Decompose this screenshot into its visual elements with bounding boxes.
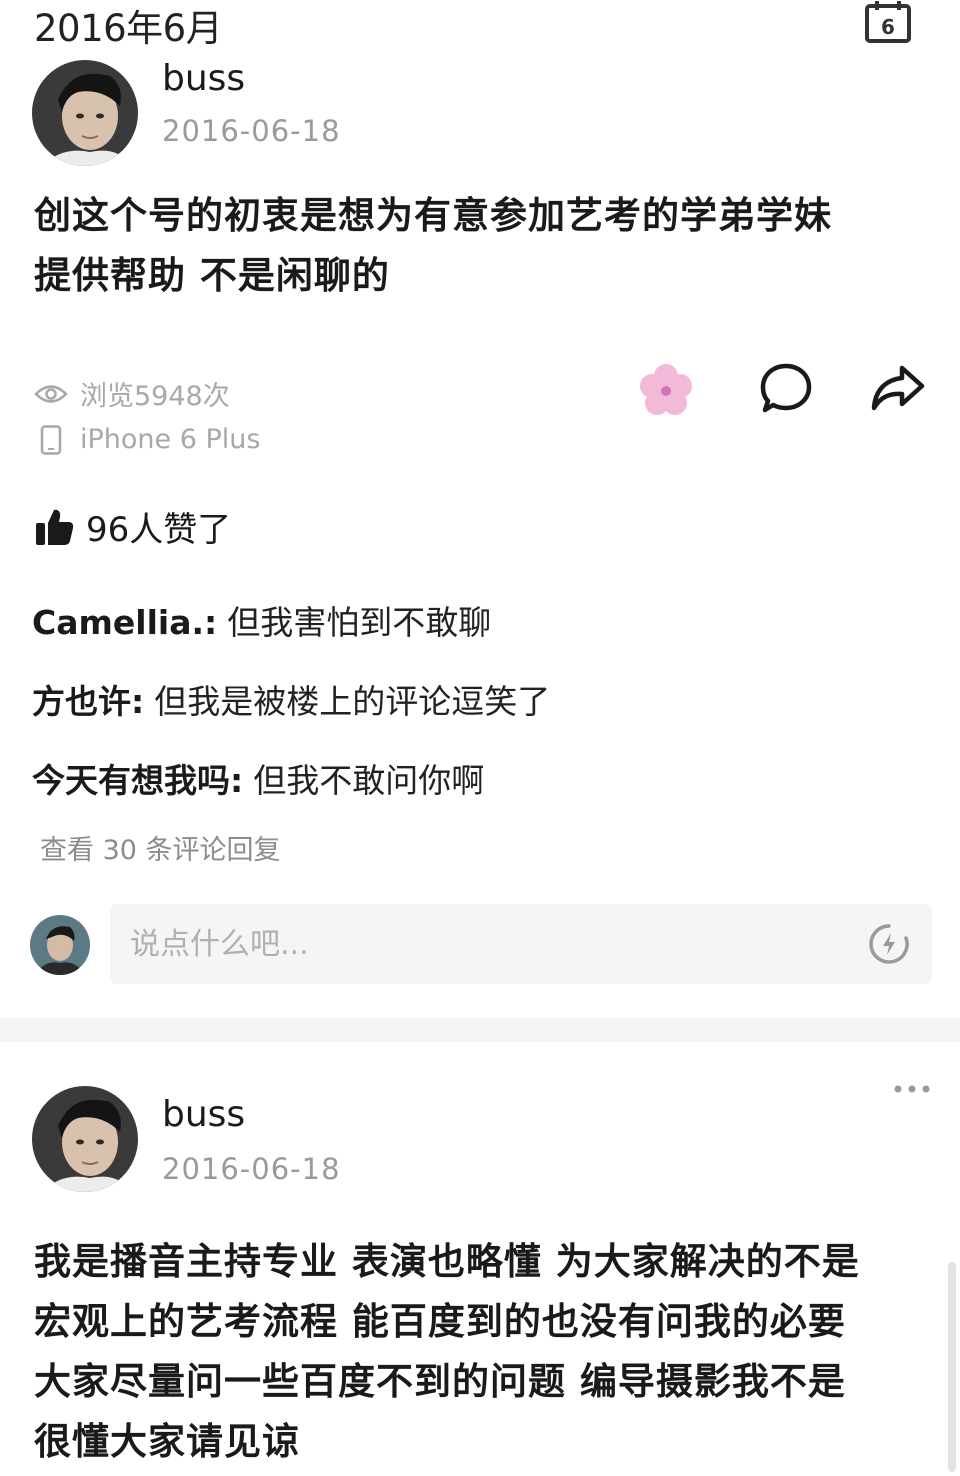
thumbs-up-icon	[36, 509, 74, 545]
view-count-text: 浏览5948次	[80, 381, 230, 412]
comment-text: 但我害怕到不敢聊	[227, 603, 492, 642]
comment-item[interactable]: 今天有想我吗: 但我不敢问你啊	[32, 754, 932, 833]
share-icon	[871, 365, 925, 411]
post-body-line: 创这个号的初衷是想为有意参加艺考的学弟学妹	[34, 194, 832, 237]
view-count: 浏览5948次	[34, 374, 230, 413]
calendar-day: 6	[881, 15, 895, 39]
reply-input[interactable]	[110, 904, 932, 984]
avatar[interactable]	[32, 60, 138, 166]
post-body-line: 宏观上的艺考流程 能百度到的也没有问我的必要	[34, 1300, 846, 1343]
lightning-icon[interactable]	[868, 923, 910, 965]
more-icon[interactable]	[892, 1082, 932, 1096]
comment-button[interactable]	[756, 359, 816, 419]
month-title: 2016年6月	[34, 7, 223, 50]
comment-icon	[760, 363, 812, 413]
post-body-line: 大家尽量问一些百度不到的问题 编导摄影我不是	[34, 1360, 846, 1403]
post-body-line: 很懂大家请见谅	[34, 1420, 300, 1463]
flower-icon	[640, 364, 692, 415]
post-card: buss 2016-06-18 我是播音主持专业 表演也略懂 为大家解决的不是 …	[0, 1042, 960, 1476]
comment-item[interactable]: 方也许: 但我是被楼上的评论逗笑了	[32, 675, 932, 754]
share-button[interactable]	[868, 359, 928, 419]
device-info: iPhone 6 Plus	[34, 424, 260, 455]
avatar[interactable]	[32, 1086, 138, 1192]
phone-icon	[34, 424, 68, 455]
post-date: 2016-06-18	[162, 114, 341, 148]
my-avatar[interactable]	[30, 915, 90, 975]
author-name[interactable]: buss	[162, 1094, 245, 1135]
likes-count: 96人赞了	[86, 510, 232, 550]
post-body-line: 我是播音主持专业 表演也略懂 为大家解决的不是	[34, 1240, 860, 1283]
month-header: 2016年6月 6	[34, 0, 926, 50]
comment-text: 但我不敢问你啊	[253, 761, 485, 800]
calendar-icon[interactable]: 6	[864, 0, 912, 44]
author-name[interactable]: buss	[162, 58, 245, 99]
comment-text: 但我是被楼上的评论逗笑了	[154, 682, 551, 721]
view-replies-link[interactable]: 查看 30 条评论回复	[40, 828, 281, 867]
eye-icon	[34, 379, 68, 409]
post-card: buss 2016-06-18 创这个号的初衷是想为有意参加艺考的学弟学妹 提供…	[0, 56, 960, 1016]
comment-author[interactable]: Camellia.:	[32, 603, 217, 642]
scrollbar[interactable]	[948, 1262, 956, 1472]
comment-list: Camellia.: 但我害怕到不敢聊 方也许: 但我是被楼上的评论逗笑了 今天有想…	[32, 596, 932, 833]
likes-summary[interactable]: 96人赞了	[34, 502, 231, 551]
post-body: 创这个号的初衷是想为有意参加艺考的学弟学妹 提供帮助 不是闲聊的	[34, 186, 914, 306]
post-date: 2016-06-18	[162, 1152, 341, 1186]
post-body-line: 提供帮助 不是闲聊的	[34, 254, 390, 297]
comment-author[interactable]: 今天有想我吗:	[32, 761, 243, 800]
flower-react-button[interactable]	[636, 361, 696, 421]
comment-author[interactable]: 方也许:	[32, 682, 144, 721]
post-body: 我是播音主持专业 表演也略懂 为大家解决的不是 宏观上的艺考流程 能百度到的也没…	[34, 1232, 934, 1472]
reply-bar	[30, 901, 932, 987]
device-name: iPhone 6 Plus	[80, 424, 261, 455]
comment-item[interactable]: Camellia.: 但我害怕到不敢聊	[32, 596, 932, 675]
feed-separator	[0, 1018, 960, 1042]
